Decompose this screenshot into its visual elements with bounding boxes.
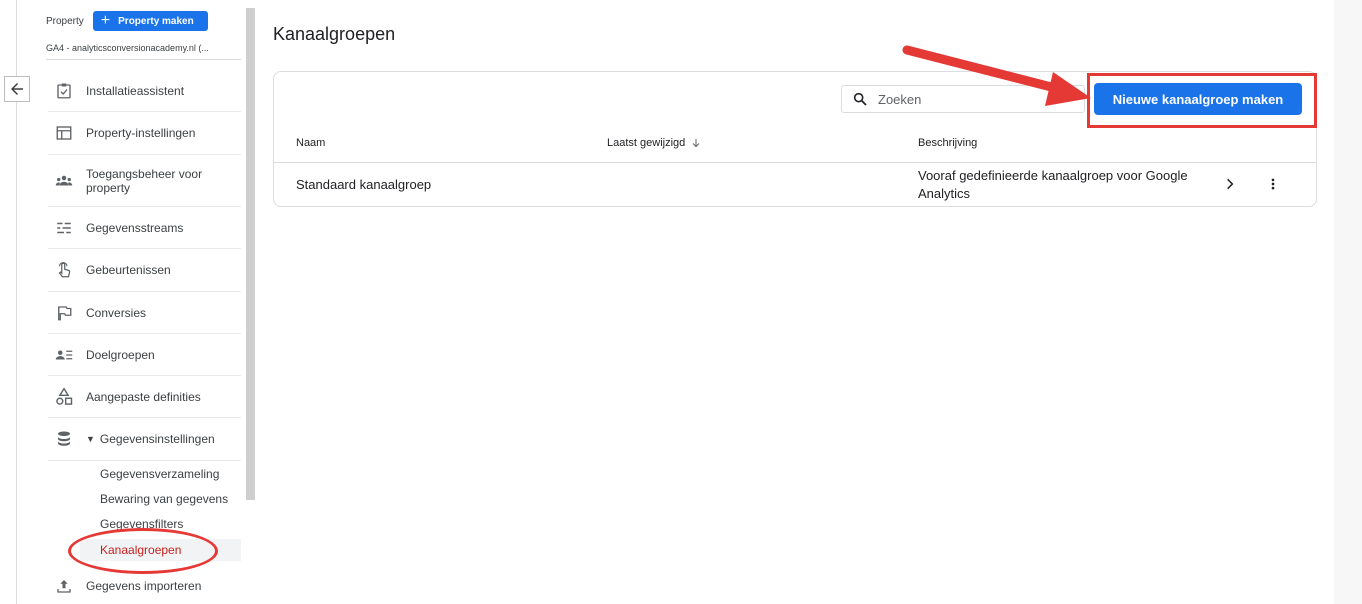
sidebar-item-label: Gegevensstreams — [86, 220, 184, 235]
annotation-box — [1087, 73, 1317, 128]
sidebar-item-label: Aangepaste definities — [86, 389, 201, 404]
shapes-icon — [54, 386, 74, 407]
people-icon — [54, 171, 74, 191]
sidebar: Property + Property maken GA4 - analytic… — [30, 0, 245, 604]
sidebar-item-label: Gebeurtenissen — [86, 263, 171, 277]
caret-down-icon: ▼ — [86, 434, 95, 444]
page-title: Kanaalgroepen — [273, 24, 396, 44]
sidebar-item-aangepaste-definities[interactable]: Aangepaste definities — [48, 376, 241, 418]
flag-icon — [54, 303, 74, 323]
touch-icon — [54, 260, 74, 280]
sidebar-item-doelgroepen[interactable]: Doelgroepen — [48, 334, 241, 376]
sidebar-subitem-bewaring[interactable]: Bewaring van gegevens — [100, 492, 228, 506]
sidebar-item-label: Property-instellingen — [86, 126, 196, 140]
create-property-button[interactable]: + Property maken — [92, 11, 208, 31]
sidebar-item-label: Conversies — [86, 305, 147, 320]
property-row: Property + Property maken — [46, 11, 208, 31]
sidebar-subitem-gegevensverzameling[interactable]: Gegevensverzameling — [100, 467, 219, 481]
search-icon — [852, 91, 868, 107]
sidebar-item-gegevensinstellingen[interactable]: ▼ Gegevensinstellingen — [48, 418, 241, 461]
chevron-right-icon[interactable] — [1220, 174, 1240, 194]
database-icon — [54, 429, 74, 449]
sidebar-item-label: Doelgroepen — [86, 347, 155, 362]
row-description: Vooraf gedefinieerde kanaalgroep voor Go… — [918, 168, 1188, 201]
plus-icon: + — [100, 12, 111, 29]
property-selector[interactable]: GA4 - analyticsconversionacademy.nl (... — [46, 43, 241, 53]
create-property-label: Property maken — [118, 15, 194, 27]
sidebar-item-gegevensstreams[interactable]: Gegevensstreams — [48, 207, 241, 249]
column-header-beschrijving[interactable]: Beschrijving — [918, 137, 977, 149]
divider — [46, 59, 241, 60]
sidebar-scrollbar[interactable] — [246, 8, 255, 500]
column-header-label: Laatst gewijzigd — [607, 137, 686, 149]
sidebar-item-toegangsbeheer[interactable]: Toegangsbeheer voor property — [48, 155, 241, 207]
sidebar-item-label: Toegangsbeheer voor property — [86, 166, 203, 195]
column-header-label: Beschrijving — [918, 137, 978, 149]
sidebar-item-property-instellingen[interactable]: Property-instellingen — [48, 112, 241, 155]
column-header-laatst-gewijzigd[interactable]: Laatst gewijzigd — [607, 137, 702, 149]
streams-icon — [54, 218, 74, 238]
sidebar-item-label: Gegevens importeren — [86, 579, 202, 593]
column-header-naam[interactable]: Naam — [296, 137, 325, 149]
back-button[interactable] — [4, 76, 30, 102]
sidebar-item-gegevens-importeren[interactable]: Gegevens importeren — [48, 568, 241, 604]
annotation-arrow — [902, 45, 1091, 106]
checklist-icon — [54, 81, 74, 101]
header-divider — [274, 162, 1316, 163]
layout-icon — [54, 123, 74, 143]
upload-icon — [54, 576, 74, 596]
arrow-back-icon — [11, 83, 23, 95]
property-label: Property — [46, 15, 84, 27]
audience-icon — [54, 345, 74, 365]
sidebar-item-installatieassistent[interactable]: Installatieassistent — [48, 70, 241, 112]
column-header-label: Naam — [296, 137, 326, 149]
sidebar-item-label: Gegevensinstellingen — [99, 432, 215, 446]
sort-arrow-down-icon — [692, 139, 700, 148]
more-vert-icon[interactable] — [1263, 174, 1283, 194]
right-gutter — [1334, 0, 1362, 604]
row-name: Standaard kanaalgroep — [296, 177, 432, 192]
sidebar-item-gebeurtenissen[interactable]: Gebeurtenissen — [48, 249, 241, 292]
sidebar-item-label: Installatieassistent — [86, 83, 185, 98]
sidebar-item-conversies[interactable]: Conversies — [48, 292, 241, 334]
